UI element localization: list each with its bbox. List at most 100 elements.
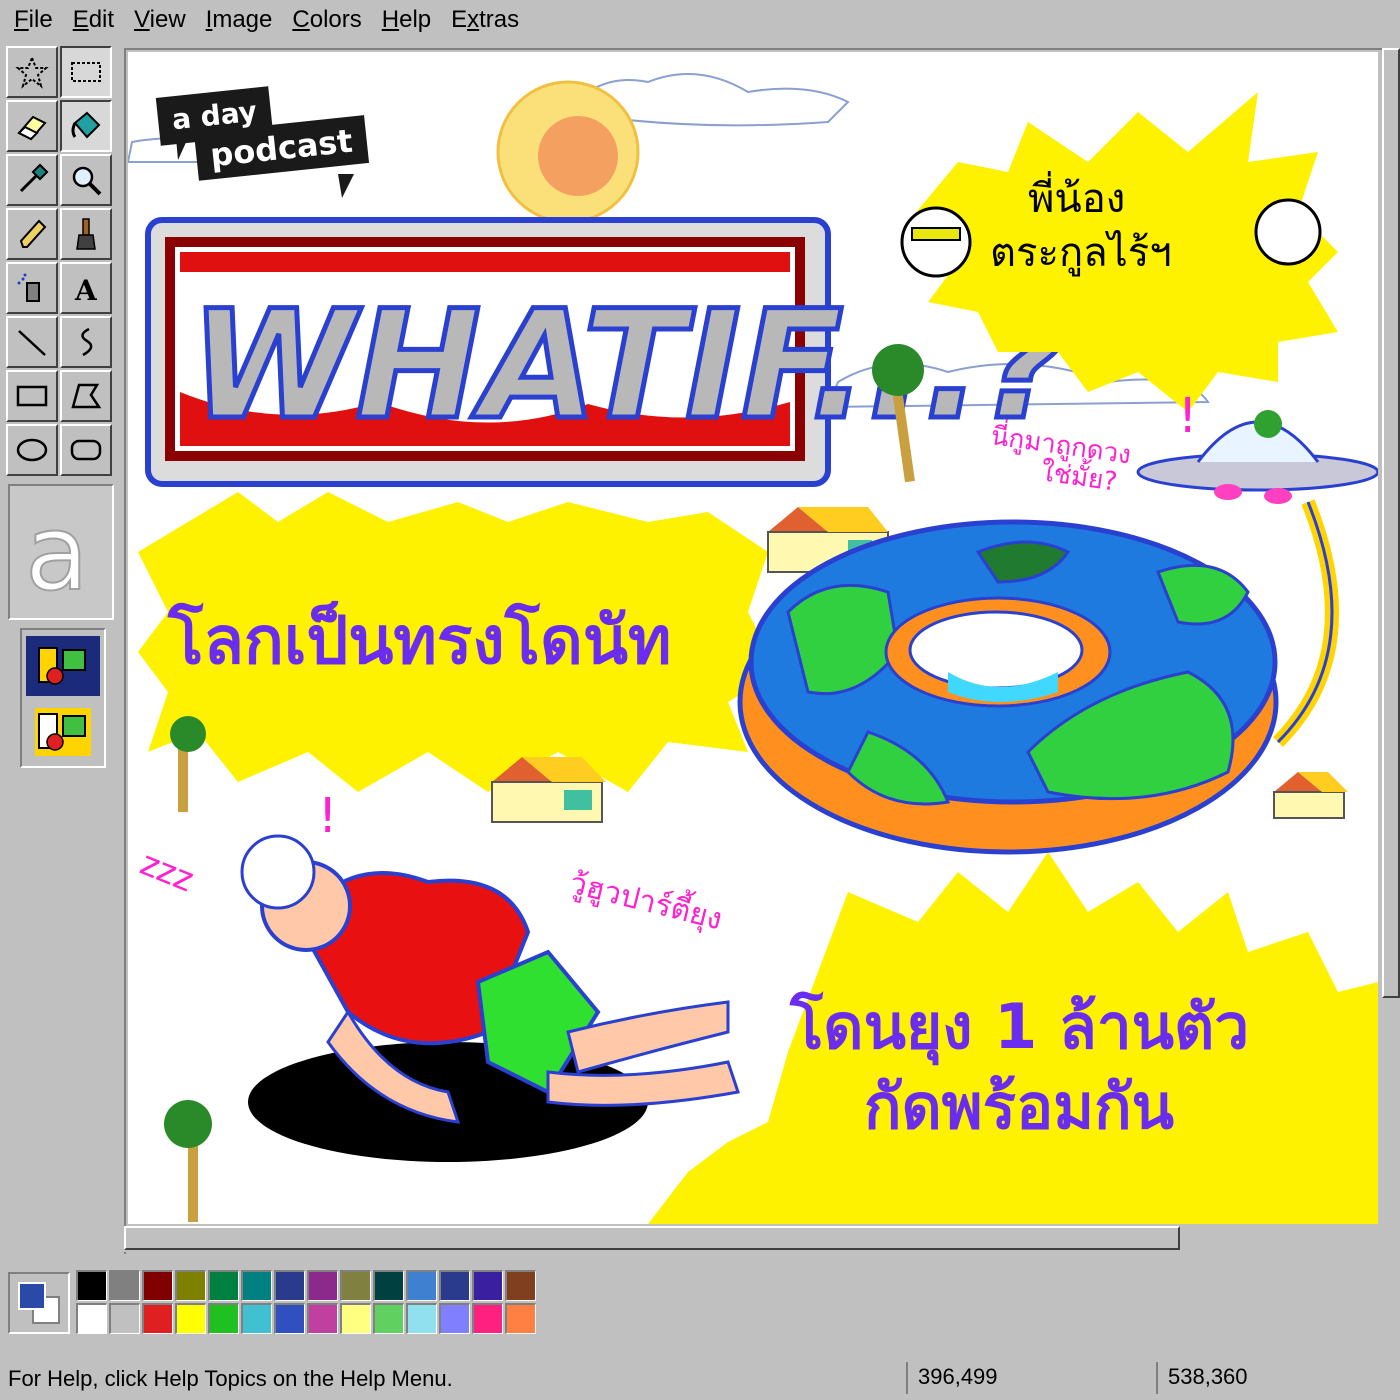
- primary-color: [18, 1282, 46, 1310]
- tool-options: [20, 628, 106, 768]
- option-opaque[interactable]: [26, 636, 100, 696]
- tool-curve[interactable]: [60, 316, 112, 368]
- color-swatch-1-5[interactable]: [208, 1270, 239, 1301]
- color-swatch-2-11[interactable]: [406, 1303, 437, 1334]
- title-text-art: WHATIF...?: [190, 279, 1068, 453]
- menu-colors[interactable]: Colors: [282, 6, 371, 34]
- svg-text:a: a: [25, 497, 89, 607]
- host-face-right: [1254, 198, 1322, 266]
- color-swatch-1-11[interactable]: [406, 1270, 437, 1301]
- menu-help[interactable]: Help: [372, 6, 441, 34]
- polygon-icon: [71, 383, 102, 409]
- tool-airbrush[interactable]: [6, 262, 58, 314]
- tool-text[interactable]: A: [60, 262, 112, 314]
- horizontal-scroll-thumb[interactable]: [124, 1226, 1180, 1250]
- color-swatch-2-2[interactable]: [109, 1303, 140, 1334]
- color-swatch-1-12[interactable]: [439, 1270, 470, 1301]
- menu-extras[interactable]: Extras: [441, 6, 529, 34]
- horizontal-scrollbar[interactable]: [124, 1226, 1382, 1252]
- shapes-transparent-icon: [35, 708, 91, 756]
- color-swatch-1-2[interactable]: [109, 1270, 140, 1301]
- color-swatch-1-3[interactable]: [142, 1270, 173, 1301]
- menu-bar: File Edit View Image Colors Help Extras: [0, 0, 1400, 40]
- status-cursor-position: 396,499: [906, 1362, 1152, 1394]
- font-preview: a: [8, 484, 114, 620]
- curve-icon: [81, 327, 93, 357]
- tool-color-picker[interactable]: [6, 154, 58, 206]
- status-help-text: For Help, click Help Topics on the Help …: [8, 1366, 453, 1391]
- mosquito-caption: วู้ฮูวปาร์ตี้ยุง: [566, 861, 727, 938]
- font-glyph-preview: a: [24, 497, 90, 607]
- ellipse-icon: [16, 438, 48, 462]
- menu-view[interactable]: View: [124, 6, 196, 34]
- color-swatch-2-10[interactable]: [373, 1303, 404, 1334]
- color-swatch-1-1[interactable]: [76, 1270, 107, 1301]
- vertical-scrollbar[interactable]: [1382, 48, 1400, 1252]
- svg-text:A: A: [74, 274, 98, 305]
- text-icon: A: [74, 274, 98, 305]
- color-swatch-1-8[interactable]: [307, 1270, 338, 1301]
- line-icon: [18, 330, 46, 356]
- color-swatch-1-4[interactable]: [175, 1270, 206, 1301]
- eraser-icon: [17, 115, 47, 141]
- tree-canopy: [164, 1100, 212, 1148]
- tool-brush[interactable]: [60, 208, 112, 260]
- color-swatch-2-9[interactable]: [340, 1303, 371, 1334]
- color-swatch-1-10[interactable]: [373, 1270, 404, 1301]
- color-swatch-1-7[interactable]: [274, 1270, 305, 1301]
- brush-icon: [76, 218, 96, 250]
- vertical-scroll-thumb[interactable]: [1382, 48, 1400, 998]
- tool-fill[interactable]: [60, 100, 112, 152]
- tool-pencil[interactable]: [6, 208, 58, 260]
- color-swatch-2-14[interactable]: [505, 1303, 536, 1334]
- drawing-canvas[interactable]: WHATIF...? นี่กูมาถูกดวง ใช่มั้ย? วู้ฮูว…: [128, 52, 1378, 1224]
- color-swatch-1-13[interactable]: [472, 1270, 503, 1301]
- house-shape: [1273, 772, 1348, 819]
- menu-file[interactable]: File: [4, 6, 63, 34]
- color-swatch-2-12[interactable]: [439, 1303, 470, 1334]
- color-swatch-1-14[interactable]: [505, 1270, 536, 1301]
- tool-free-select[interactable]: [6, 46, 58, 98]
- airbrush-icon: [17, 273, 40, 302]
- current-colors[interactable]: [8, 1272, 70, 1334]
- color-swatch-2-8[interactable]: [307, 1303, 338, 1334]
- rounded-rectangle-icon: [70, 439, 102, 461]
- color-swatch-2-6[interactable]: [241, 1303, 272, 1334]
- color-swatch-2-13[interactable]: [472, 1303, 503, 1334]
- tool-magnifier[interactable]: [60, 154, 112, 206]
- paint-bucket-icon: [71, 111, 101, 139]
- color-swatch-2-4[interactable]: [175, 1303, 206, 1334]
- headline-donut: โลกเป็นทรงโดนัท: [168, 602, 672, 679]
- menu-image[interactable]: Image: [196, 6, 283, 34]
- pencil-icon: [19, 219, 47, 248]
- rectangle-icon: [16, 385, 48, 407]
- tree-canopy: [872, 344, 924, 396]
- color-swatch-1-9[interactable]: [340, 1270, 371, 1301]
- status-bar: For Help, click Help Topics on the Help …: [0, 1358, 1400, 1400]
- hosts-caption-2: ตระกูลไร้ฯ: [990, 230, 1172, 276]
- tool-rounded-rectangle[interactable]: [60, 424, 112, 476]
- color-swatch-2-7[interactable]: [274, 1303, 305, 1334]
- tool-rectangle[interactable]: [6, 370, 58, 422]
- tool-ellipse[interactable]: [6, 424, 58, 476]
- tool-eraser[interactable]: [6, 100, 58, 152]
- color-swatch-2-1[interactable]: [76, 1303, 107, 1334]
- menu-edit[interactable]: Edit: [63, 6, 124, 34]
- sun-core: [538, 116, 618, 196]
- color-palette: [8, 1270, 548, 1340]
- option-transparent[interactable]: [26, 702, 100, 762]
- eyedropper-icon: [19, 163, 49, 193]
- svg-text:!: !: [318, 788, 337, 844]
- tool-line[interactable]: [6, 316, 58, 368]
- rect-select-icon: [71, 62, 101, 82]
- headline-mosquito-line2: กัดพร้อมกัน: [864, 1070, 1174, 1143]
- tool-polygon[interactable]: [60, 370, 112, 422]
- color-swatch-2-3[interactable]: [142, 1303, 173, 1334]
- color-swatch-2-5[interactable]: [208, 1303, 239, 1334]
- hosts-caption-1: พี่น้อง: [1028, 171, 1125, 222]
- color-swatch-1-6[interactable]: [241, 1270, 272, 1301]
- tool-rect-select[interactable]: [60, 46, 112, 98]
- svg-text:!: !: [1178, 388, 1197, 444]
- tool-box: A: [6, 46, 116, 476]
- magnifier-icon: [72, 166, 102, 196]
